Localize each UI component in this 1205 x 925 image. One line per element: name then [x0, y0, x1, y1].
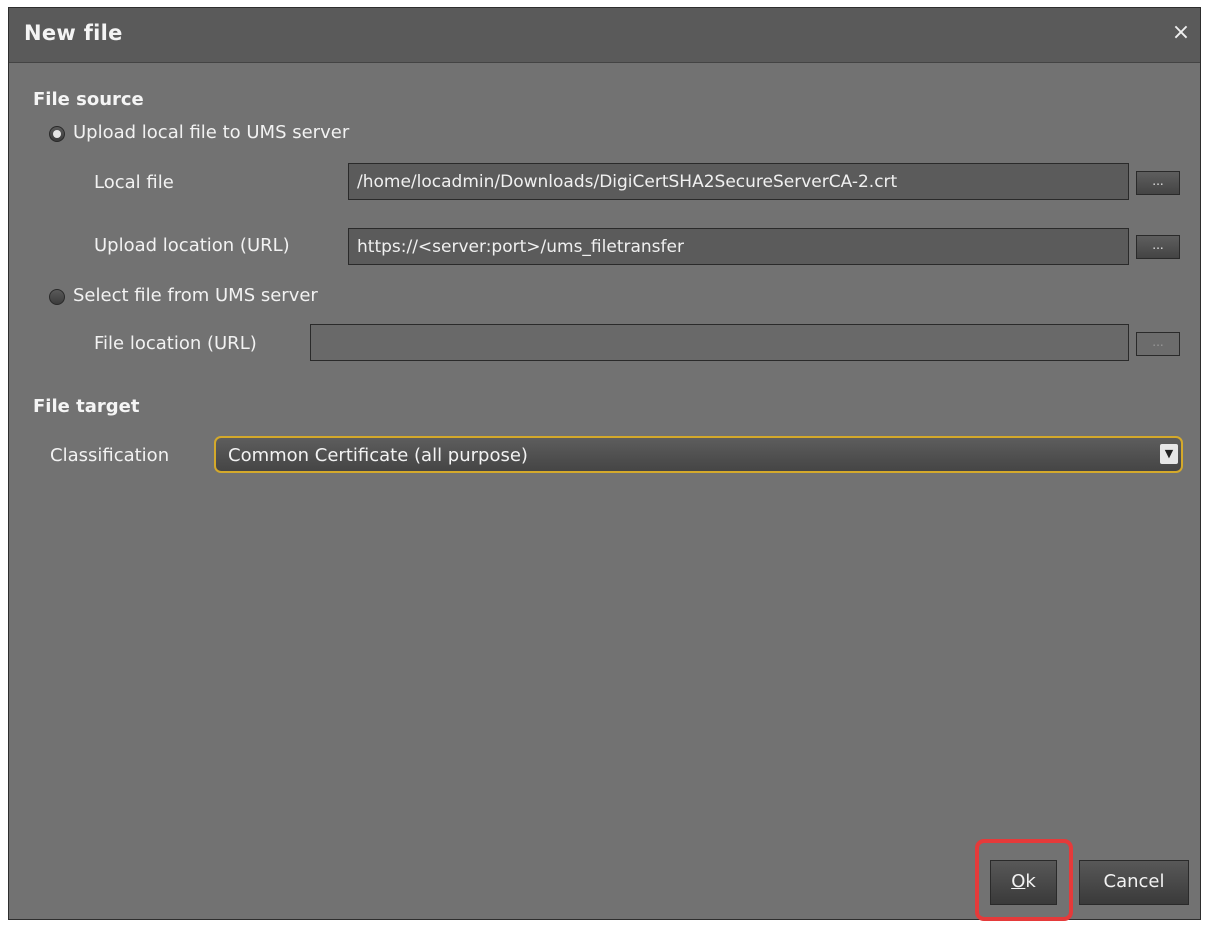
upload-location-browse-button[interactable]: ...: [1136, 235, 1180, 259]
title-bar: New file ×: [9, 8, 1200, 63]
new-file-dialog: New file × File source Upload local file…: [8, 7, 1201, 921]
upload-local-label: Upload local file to UMS server: [73, 122, 350, 143]
local-file-field[interactable]: [348, 163, 1129, 200]
select-from-server-radio[interactable]: [49, 289, 65, 305]
local-file-browse-button[interactable]: ...: [1136, 171, 1180, 195]
upload-location-label: Upload location (URL): [94, 235, 290, 256]
classification-dropdown[interactable]: Common Certificate (all purpose) ▼: [214, 436, 1183, 473]
chevron-down-icon[interactable]: ▼: [1160, 444, 1178, 464]
file-location-field[interactable]: [310, 324, 1129, 361]
ok-button-highlight: [975, 839, 1073, 921]
cancel-button[interactable]: Cancel: [1079, 860, 1189, 905]
dialog-title: New file: [24, 21, 123, 45]
upload-local-radio[interactable]: [49, 126, 65, 142]
classification-label: Classification: [50, 445, 170, 466]
select-from-server-label: Select file from UMS server: [73, 285, 318, 306]
upload-location-field[interactable]: [348, 228, 1129, 265]
local-file-label: Local file: [94, 172, 174, 193]
file-source-heading: File source: [33, 89, 144, 110]
close-icon[interactable]: ×: [1168, 20, 1194, 45]
file-location-label: File location (URL): [94, 333, 257, 354]
file-location-browse-button[interactable]: ...: [1136, 332, 1180, 356]
classification-value: Common Certificate (all purpose): [228, 445, 528, 466]
file-target-heading: File target: [33, 396, 140, 417]
